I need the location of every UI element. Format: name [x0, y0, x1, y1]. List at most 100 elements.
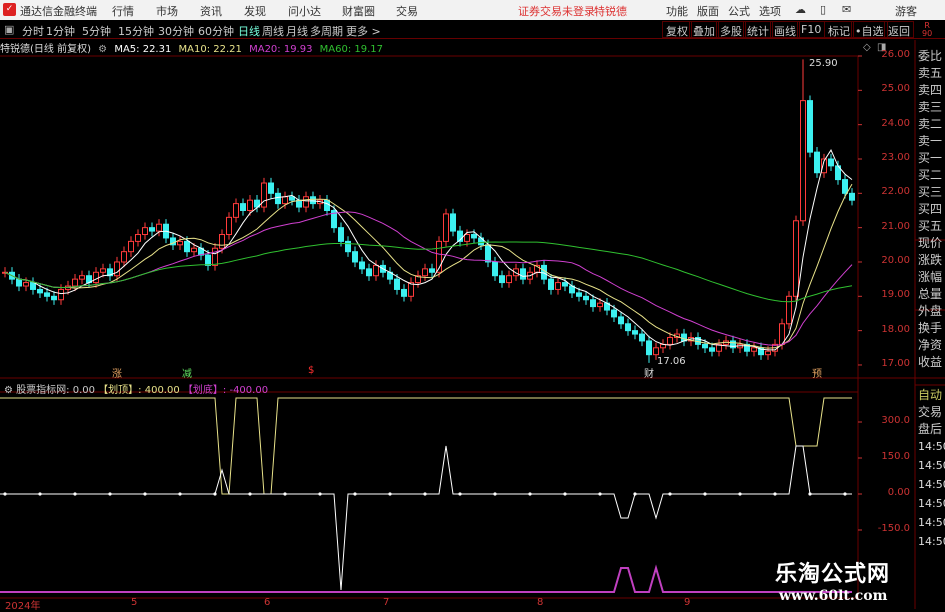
quote-field-label[interactable]: 外盘 [918, 302, 942, 319]
candle-down [401, 288, 407, 297]
trade-label[interactable]: 自动 [918, 386, 942, 403]
candle-down [709, 347, 715, 352]
quote-field-label[interactable]: 涨幅 [918, 268, 942, 285]
candle-down [562, 282, 568, 287]
indicator-dot [843, 492, 847, 496]
candle-down [450, 213, 456, 232]
candle-down [289, 196, 295, 201]
quote-field-label[interactable]: 现价 [918, 234, 942, 251]
bottom-label: 【划底】 [182, 385, 223, 396]
candle-down [275, 192, 281, 205]
quote-field-label[interactable]: 净资 [918, 336, 942, 353]
indicator-dot [38, 492, 42, 496]
candle-up [786, 295, 792, 325]
quote-field-label[interactable]: 买三 [918, 183, 942, 200]
quote-field-label[interactable]: 收益 [918, 353, 942, 370]
indicator-dot [3, 492, 7, 496]
indicator-dot [283, 492, 287, 496]
x-axis-label: 8 [537, 597, 544, 608]
indicator-dot [493, 492, 497, 496]
ma10-line [4, 183, 853, 349]
candle-down [345, 240, 351, 253]
candle-up [93, 271, 99, 284]
event-marker[interactable]: 财 [644, 365, 654, 380]
candle-down [646, 340, 652, 356]
candle-down [149, 227, 155, 232]
quote-field-label[interactable]: 总量 [918, 285, 942, 302]
y-tick-label: 23.00 [881, 151, 910, 163]
price-chart[interactable] [0, 0, 945, 609]
indicator-icon[interactable]: ⚙ [4, 385, 16, 396]
candle-down [520, 268, 526, 280]
x-axis-label: 2024年 [5, 601, 41, 612]
candle-down [548, 278, 554, 290]
indicator-dot [563, 492, 567, 496]
candle-down [499, 275, 505, 284]
candle-down [590, 299, 596, 308]
indicator-dot [423, 492, 427, 496]
trade-label[interactable]: 交易 [918, 403, 942, 420]
watermark-title: 乐淘公式网 [775, 561, 891, 587]
quote-field-label[interactable]: 买二 [918, 166, 942, 183]
candle-down [51, 295, 57, 301]
quote-field-label[interactable]: 卖五 [918, 64, 942, 81]
watermark: 乐淘公式网 www.60lt.com [775, 556, 890, 604]
event-marker[interactable]: 涨 [112, 365, 122, 380]
event-marker[interactable]: 减 [182, 365, 192, 380]
indicator-dot [703, 492, 707, 496]
candle-up [506, 275, 512, 284]
candle-up [156, 223, 162, 232]
y-tick-label: 19.00 [881, 289, 910, 301]
indicator-dot [388, 492, 392, 496]
y-tick-label: 22.00 [881, 186, 910, 198]
candle-down [842, 179, 848, 194]
quote-field-label[interactable]: 卖三 [918, 98, 942, 115]
candle-up [422, 268, 428, 277]
candle-down [625, 323, 631, 332]
x-axis-label: 7 [383, 597, 390, 608]
quote-field-label[interactable]: 买四 [918, 200, 942, 217]
indicator-dot [213, 492, 217, 496]
bottom-signal-line [0, 564, 852, 593]
event-marker[interactable]: 预 [812, 365, 822, 380]
quote-field-label[interactable]: 换手 [918, 319, 942, 336]
indicator-tick-label: 150.0 [881, 451, 910, 462]
candle-up [800, 100, 806, 222]
candle-up [79, 275, 85, 280]
candle-up [765, 350, 771, 356]
candle-down [492, 261, 498, 277]
candle-down [471, 234, 477, 239]
indicator-dot [108, 492, 112, 496]
y-tick-label: 26.00 [881, 49, 910, 60]
candle-down [814, 151, 820, 174]
indicator-dot [738, 492, 742, 496]
candle-down [618, 316, 624, 325]
y-tick-label: 24.00 [881, 117, 910, 129]
quote-field-label[interactable]: 买五 [918, 217, 942, 234]
candle-down [16, 278, 22, 287]
candle-up [282, 196, 288, 205]
candle-down [30, 282, 36, 290]
ma20-line [4, 211, 853, 346]
y-tick-label: 17.00 [881, 357, 910, 369]
x-axis-label: 6 [264, 597, 271, 608]
candle-up [142, 227, 148, 236]
quote-field-label[interactable]: 涨跌 [918, 251, 942, 268]
quote-field-label[interactable]: 卖四 [918, 81, 942, 98]
candle-up [128, 240, 134, 253]
candle-up [72, 278, 78, 287]
trade-label[interactable]: 盘后 [918, 420, 942, 437]
quote-field-label[interactable]: 买一 [918, 149, 942, 166]
candle-up [555, 282, 561, 290]
quote-field-label[interactable]: 委比 [918, 47, 942, 64]
indicator-dot [73, 492, 77, 496]
quote-field-label[interactable]: 卖二 [918, 115, 942, 132]
candle-down [352, 251, 358, 263]
candle-up [191, 247, 197, 253]
quote-field-label[interactable]: 卖一 [918, 132, 942, 149]
candle-up [135, 234, 141, 242]
candle-down [702, 343, 708, 349]
indicator-dot [458, 492, 462, 496]
candle-up [121, 251, 127, 263]
event-marker[interactable]: $ [308, 365, 314, 376]
